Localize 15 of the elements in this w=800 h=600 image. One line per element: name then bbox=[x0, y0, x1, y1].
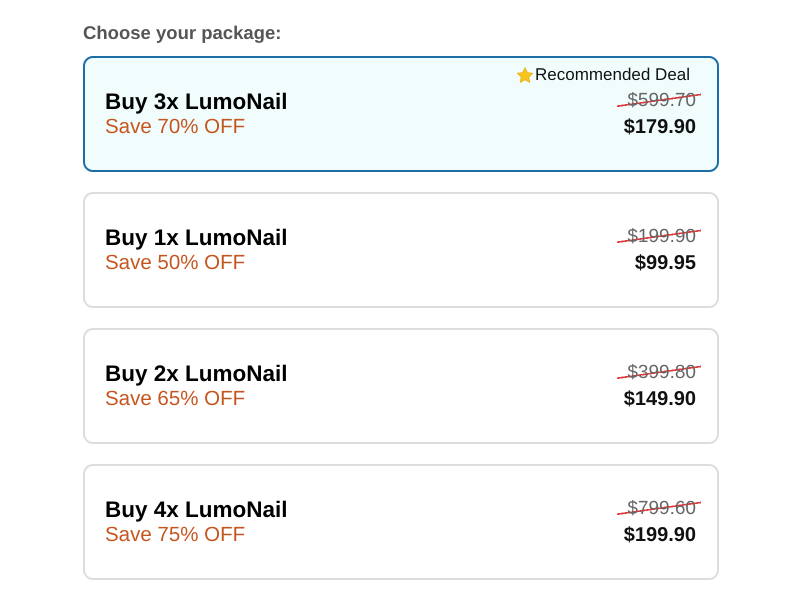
recommended-label: Recommended Deal bbox=[535, 65, 690, 85]
package-title: Buy 2x LumoNail bbox=[105, 361, 288, 387]
package-title: Buy 1x LumoNail bbox=[105, 225, 288, 251]
discount-text: Save 70% OFF bbox=[105, 115, 246, 139]
sale-price: $179.90 bbox=[624, 115, 696, 140]
package-title: Buy 3x LumoNail bbox=[105, 89, 288, 115]
discount-text: Save 65% OFF bbox=[105, 387, 246, 411]
package-title: Buy 4x LumoNail bbox=[105, 497, 288, 523]
sale-price: $99.95 bbox=[634, 251, 696, 276]
star-icon bbox=[516, 66, 534, 84]
sale-price: $199.90 bbox=[624, 523, 696, 548]
sale-price: $149.90 bbox=[624, 387, 696, 412]
discount-text: Save 50% OFF bbox=[105, 251, 246, 275]
section-heading: Choose your package: bbox=[83, 21, 282, 45]
discount-text: Save 75% OFF bbox=[105, 523, 246, 547]
